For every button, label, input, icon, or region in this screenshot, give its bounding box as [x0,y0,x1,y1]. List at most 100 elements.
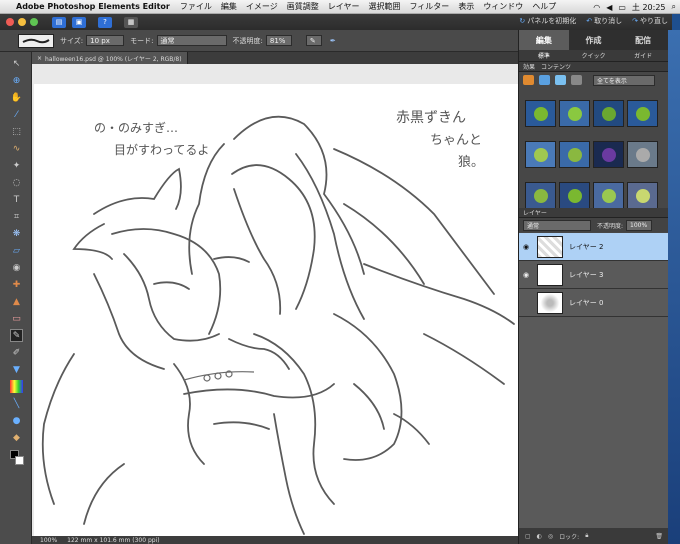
filters-icon[interactable] [523,75,534,85]
opacity-field[interactable]: 81% [265,35,292,46]
menu-edit[interactable]: 編集 [221,1,237,12]
app-name-menu[interactable]: Adobe Photoshop Elements Editor [16,2,170,11]
brush-preset-picker[interactable] [18,33,54,48]
shape-tool-icon[interactable]: ╲ [10,397,23,410]
battery-icon[interactable]: ▭ [618,3,626,12]
effect-thumbnail[interactable] [627,100,658,127]
menu-file[interactable]: ファイル [180,1,212,12]
content-tab[interactable]: コンテンツ [541,62,571,71]
gradient-tool-icon[interactable] [10,380,23,393]
eye-icon[interactable]: ◉ [519,271,533,279]
cookie-cutter-tool-icon[interactable]: ❋ [10,227,23,240]
help-icon[interactable]: ? [98,16,112,28]
delete-layer-icon[interactable]: 🗑︎ [655,533,663,540]
effect-thumbnail[interactable] [559,141,590,168]
mask-icon[interactable]: ◎ [548,533,553,540]
effect-thumbnail[interactable] [593,182,624,209]
eyedropper-tool-icon[interactable]: ⁄ [10,108,23,121]
effect-thumbnail[interactable] [559,182,590,209]
menu-filter[interactable]: フィルター [409,1,449,12]
brush-tool-icon[interactable]: ✎ [10,329,23,342]
eye-icon[interactable]: ◉ [519,243,533,251]
layer-row[interactable]: ◉ レイヤー 2 [519,233,669,261]
crop-tool-icon[interactable]: ⌗ [10,210,23,223]
effects-filter-select[interactable]: 全てを表示 [593,74,655,86]
hand-tool-icon[interactable]: ✋ [10,91,23,104]
canvas-area[interactable]: の・のみすぎ… 目がすわってるよ 赤黒ずきん ちゃんと 狼。 [32,64,518,536]
layer-styles-icon[interactable] [539,75,550,85]
all-effects-icon[interactable] [571,75,582,85]
background-color-swatch[interactable] [15,456,24,465]
volume-icon[interactable]: ◀ [606,3,612,12]
eraser-tool-icon[interactable]: ▭ [10,312,23,325]
close-tab-icon[interactable]: × [37,55,42,62]
spot-healing-tool-icon[interactable]: ✚ [10,278,23,291]
new-layer-icon[interactable]: ▢ [525,533,531,540]
photo-effects-icon[interactable] [555,75,566,85]
paint-bucket-tool-icon[interactable]: ▼ [10,363,23,376]
zoom-level[interactable]: 100% [40,537,57,544]
zoom-window-icon[interactable] [30,18,38,26]
size-field[interactable]: 10 px [86,35,125,46]
airbrush-toggle[interactable]: ✎ [305,35,322,46]
document-info[interactable]: 122 mm x 101.6 mm (300 ppi) [67,537,159,544]
sponge-tool-icon[interactable]: ◆ [10,431,23,444]
blend-mode-select[interactable]: 通常 [523,219,591,231]
type-tool-icon[interactable]: T [10,193,23,206]
canvas[interactable]: の・のみすぎ… 目がすわってるよ 赤黒ずきん ちゃんと 狼。 [34,84,518,536]
minimize-window-icon[interactable] [18,18,26,26]
menu-layer[interactable]: レイヤー [328,1,360,12]
tab-full-edit[interactable]: 標準 [519,50,569,61]
wifi-icon[interactable]: ◠ [593,3,600,12]
straighten-tool-icon[interactable]: ▱ [10,244,23,257]
effect-thumbnail[interactable] [525,100,556,127]
menu-select[interactable]: 選択範囲 [368,1,400,12]
magic-wand-tool-icon[interactable]: ✦ [10,159,23,172]
redo-button[interactable]: ↷ やり直し [632,16,668,26]
reset-panels-button[interactable]: ↻ パネルを初期化 [519,16,576,26]
arrange-icon[interactable]: ▦ [124,16,138,28]
menu-view[interactable]: 表示 [458,1,474,12]
red-eye-tool-icon[interactable]: ◉ [10,261,23,274]
layer-row[interactable]: レイヤー 0 [519,289,669,317]
effects-tab[interactable]: 効果 [523,62,535,71]
layer-opacity-field[interactable]: 100% [626,219,653,231]
menu-enhance[interactable]: 画質調整 [287,1,319,12]
spotlight-icon[interactable]: ⌕ [672,2,676,12]
clock[interactable]: 土 20:25 [632,2,666,13]
tab-quick-edit[interactable]: クイック [569,50,619,61]
effect-thumbnail[interactable] [593,141,624,168]
lock-icon[interactable]: 🔒︎ [585,532,588,540]
effect-thumbnail[interactable] [559,100,590,127]
tab-guided-edit[interactable]: ガイド [618,50,668,61]
clone-stamp-tool-icon[interactable]: ▲ [10,295,23,308]
tab-create[interactable]: 作成 [569,30,619,50]
menu-help[interactable]: ヘルプ [532,1,556,12]
tab-edit[interactable]: 編集 [519,30,569,50]
zoom-tool-icon[interactable]: ⊕ [10,74,23,87]
effect-thumbnail[interactable] [627,141,658,168]
undo-button[interactable]: ↶ 取り消し [586,16,622,26]
effect-thumbnail[interactable] [525,141,556,168]
menu-image[interactable]: イメージ [246,1,278,12]
effect-thumbnail[interactable] [593,100,624,127]
adjustment-layer-icon[interactable]: ◐ [537,533,542,540]
tablet-options-icon[interactable]: ✒ [330,37,336,45]
blur-tool-icon[interactable]: ● [10,414,23,427]
smart-brush-tool-icon[interactable]: ✐ [10,346,23,359]
reset-panels-label: パネルを初期化 [527,17,577,25]
effect-thumbnail[interactable] [627,182,658,209]
mode-select[interactable]: 通常 [156,35,227,46]
close-window-icon[interactable] [6,18,14,26]
marquee-tool-icon[interactable]: ⬚ [10,125,23,138]
open-folder-icon[interactable]: ▤ [52,16,66,28]
save-icon[interactable]: ▣ [72,16,86,28]
quick-selection-tool-icon[interactable]: ◌ [10,176,23,189]
document-tab[interactable]: × halloween16.psd @ 100% (レイヤー 2, RGB/8) [32,52,188,64]
move-tool-icon[interactable]: ↖ [10,57,23,70]
tab-share[interactable]: 配信 [618,30,668,50]
menu-window[interactable]: ウィンドウ [483,1,523,12]
lasso-tool-icon[interactable]: ∿ [10,142,23,155]
effect-thumbnail[interactable] [525,182,556,209]
layer-row[interactable]: ◉ レイヤー 3 [519,261,669,289]
